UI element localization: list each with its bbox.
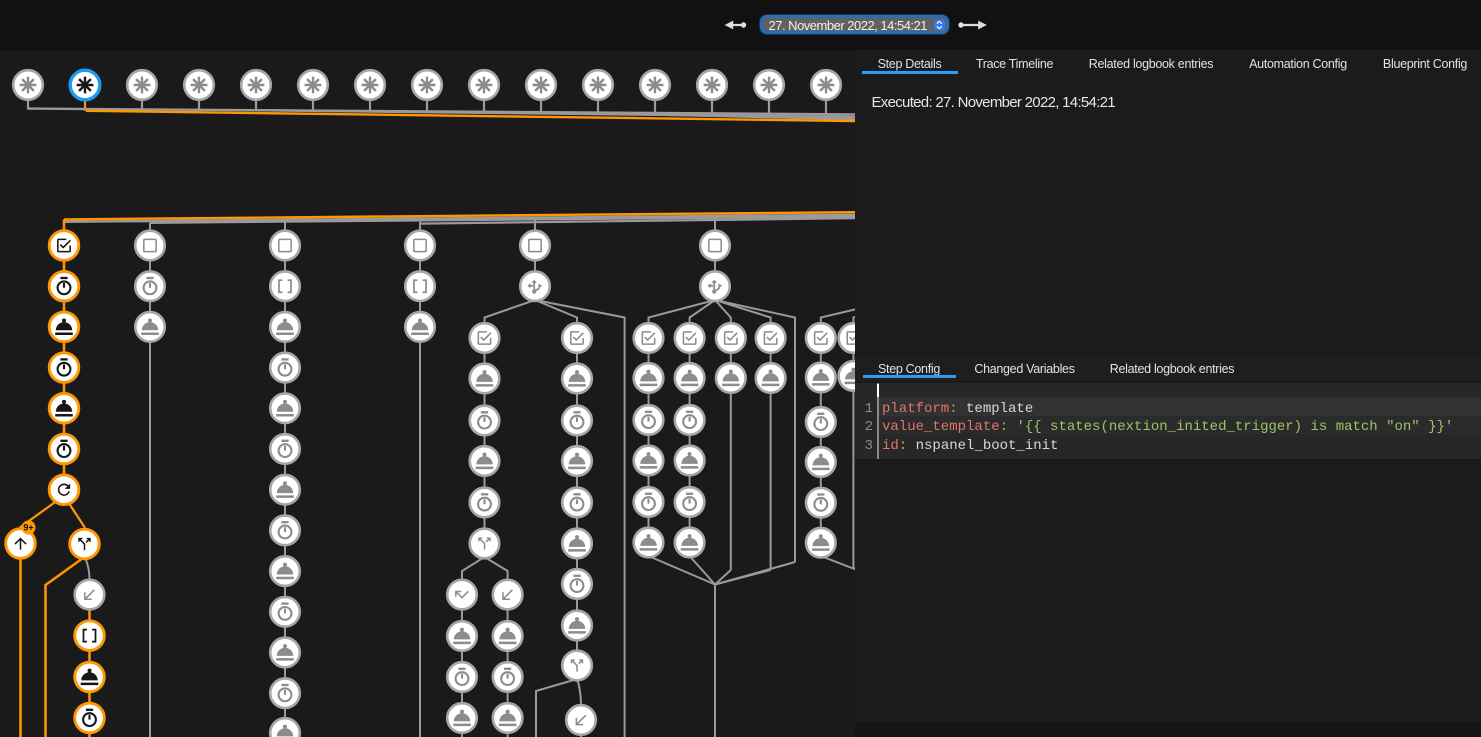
svg-text:9+: 9+: [23, 523, 33, 533]
